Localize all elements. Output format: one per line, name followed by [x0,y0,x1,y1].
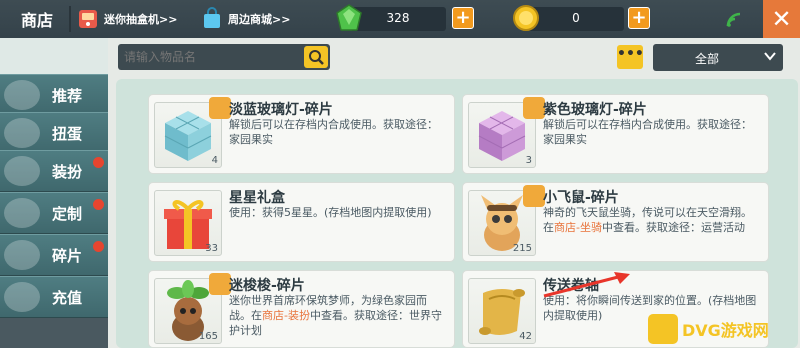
top-bar: 商店 迷你抽盒机>> 周边商城>> 328 + 0 + ✕ [0,0,800,38]
item-count: 165 [198,331,218,342]
chevron-down-icon [764,52,776,61]
item-name: 星星礼盒 [229,190,285,206]
close-button[interactable]: ✕ [763,0,800,38]
close-icon: ✕ [771,5,792,33]
sidebar-item-3[interactable]: 定制 [0,192,108,234]
item-description: 神奇的飞天鼠坐骑，传说可以在天空滑翔。在商店-坐骑中查看。获取途径：运营活动 [543,205,761,235]
mini-gacha-label: 迷你抽盒机>> [104,13,178,26]
gem-balance: 328 [350,7,446,31]
puzzle-piece-icon [209,273,231,295]
thumbs-up-icon [4,80,40,110]
shopping-bag-icon [204,7,220,28]
sidebar-header-space [0,38,108,78]
search-icon [309,50,324,65]
item-name: 淡蓝玻璃灯-碎片 [229,102,333,118]
gem-count: 328 [386,11,410,25]
coin-count: 0 [572,11,580,25]
desc-text: 中查看。获取途径：运营活动 [601,221,745,234]
puzzle-piece-icon [209,97,231,119]
item-description: 使用：获得5星星。(存档地图内提取使用) [229,206,432,219]
item-count: 33 [205,243,218,254]
signal-icon [726,12,741,27]
item-description: 迷你世界首席环保筑梦师，为绿色家园而战。在商店-装扮中查看。获取途径：世界守护计… [229,293,447,338]
search-button[interactable] [304,46,328,68]
watermark-text: DVG游戏网 [682,321,769,340]
divider [69,6,71,32]
mini-gacha-link[interactable]: 迷你抽盒机>> [76,8,177,30]
capsule-icon [4,118,40,148]
notification-badge [93,241,104,252]
sidebar-item-label: 充值 [52,288,83,307]
puzzle-piece-icon [523,97,545,119]
filter-selected-label: 全部 [694,52,719,66]
green-gem-icon [336,4,362,31]
item-card[interactable]: 4 淡蓝玻璃灯-碎片 解锁后可以在存档内合成使用。获取途径：家园果实 [148,94,455,174]
item-name: 紫色玻璃灯-碎片 [543,102,647,118]
item-card[interactable]: 215 小飞鼠-碎片 神奇的飞天鼠坐骑，传说可以在天空滑翔。在商店-坐骑中查看。… [462,182,769,262]
item-count: 215 [512,243,532,254]
sidebar-item-label: 碎片 [52,246,83,265]
coin-stack-icon [4,282,40,312]
sidebar-item-label: 装扮 [52,162,83,181]
search-input[interactable] [122,47,300,67]
add-coins-button[interactable]: + [628,7,650,29]
coin-balance: 0 [528,7,624,31]
item-card[interactable]: 165 迷梭梭-碎片 迷你世界首席环保筑梦师，为绿色家园而战。在商店-装扮中查看… [148,270,455,348]
annotation-arrow [543,272,630,298]
watermark-logo [648,314,678,344]
merch-store-label: 周边商城>> [228,13,291,26]
page-title: 商店 [20,11,53,30]
item-name: 迷梭梭-碎片 [229,278,305,294]
item-description: 解锁后可以在存档内合成使用。获取途径：家园果实 [543,118,752,146]
sidebar-item-2[interactable]: 装扮 [0,150,108,192]
sidebar-item-4[interactable]: 碎片 [0,234,108,276]
item-card[interactable]: 33 星星礼盒 使用：获得5星星。(存档地图内提取使用) [148,182,455,262]
sidebar-item-label: 推荐 [52,86,83,105]
category-filter-dropdown[interactable]: 全部 [653,44,783,71]
gold-coin-icon [513,5,539,31]
sidebar-item-label: 扭蛋 [52,124,83,143]
store-link-text[interactable]: 商店-装扮 [262,309,310,322]
item-card[interactable]: 3 紫色玻璃灯-碎片 解锁后可以在存档内合成使用。获取途径：家园果实 [462,94,769,174]
item-thumbnail: 33 [154,190,222,256]
store-link-text[interactable]: 商店-坐骑 [554,221,602,234]
sidebar-item-1[interactable]: 扭蛋 [0,112,108,154]
item-name: 小飞鼠-碎片 [543,190,619,206]
sidebar-item-0[interactable]: 推荐 [0,74,108,116]
search-bar [118,44,330,70]
item-description: 解锁后可以在存档内合成使用。获取途径：家园果实 [229,118,438,146]
item-count: 4 [211,155,218,166]
watermark: DVG游戏网 [648,312,800,346]
sidebar-item-label: 定制 [52,204,83,223]
item-count: 3 [525,155,532,166]
customize-icon [4,198,40,228]
shirt-icon [4,156,40,186]
puzzle-piece-icon [523,185,545,207]
merch-store-link[interactable]: 周边商城>> [200,7,291,30]
notification-badge [93,199,104,210]
sidebar-item-5[interactable]: 充值 [0,276,108,318]
item-count: 42 [519,331,532,342]
gacha-machine-icon [79,10,97,28]
notification-badge [93,157,104,168]
fragment-icon [4,240,40,270]
add-gems-button[interactable]: + [452,7,474,29]
more-options-button[interactable]: ••• [617,45,644,69]
item-thumbnail: 42 [468,278,536,344]
